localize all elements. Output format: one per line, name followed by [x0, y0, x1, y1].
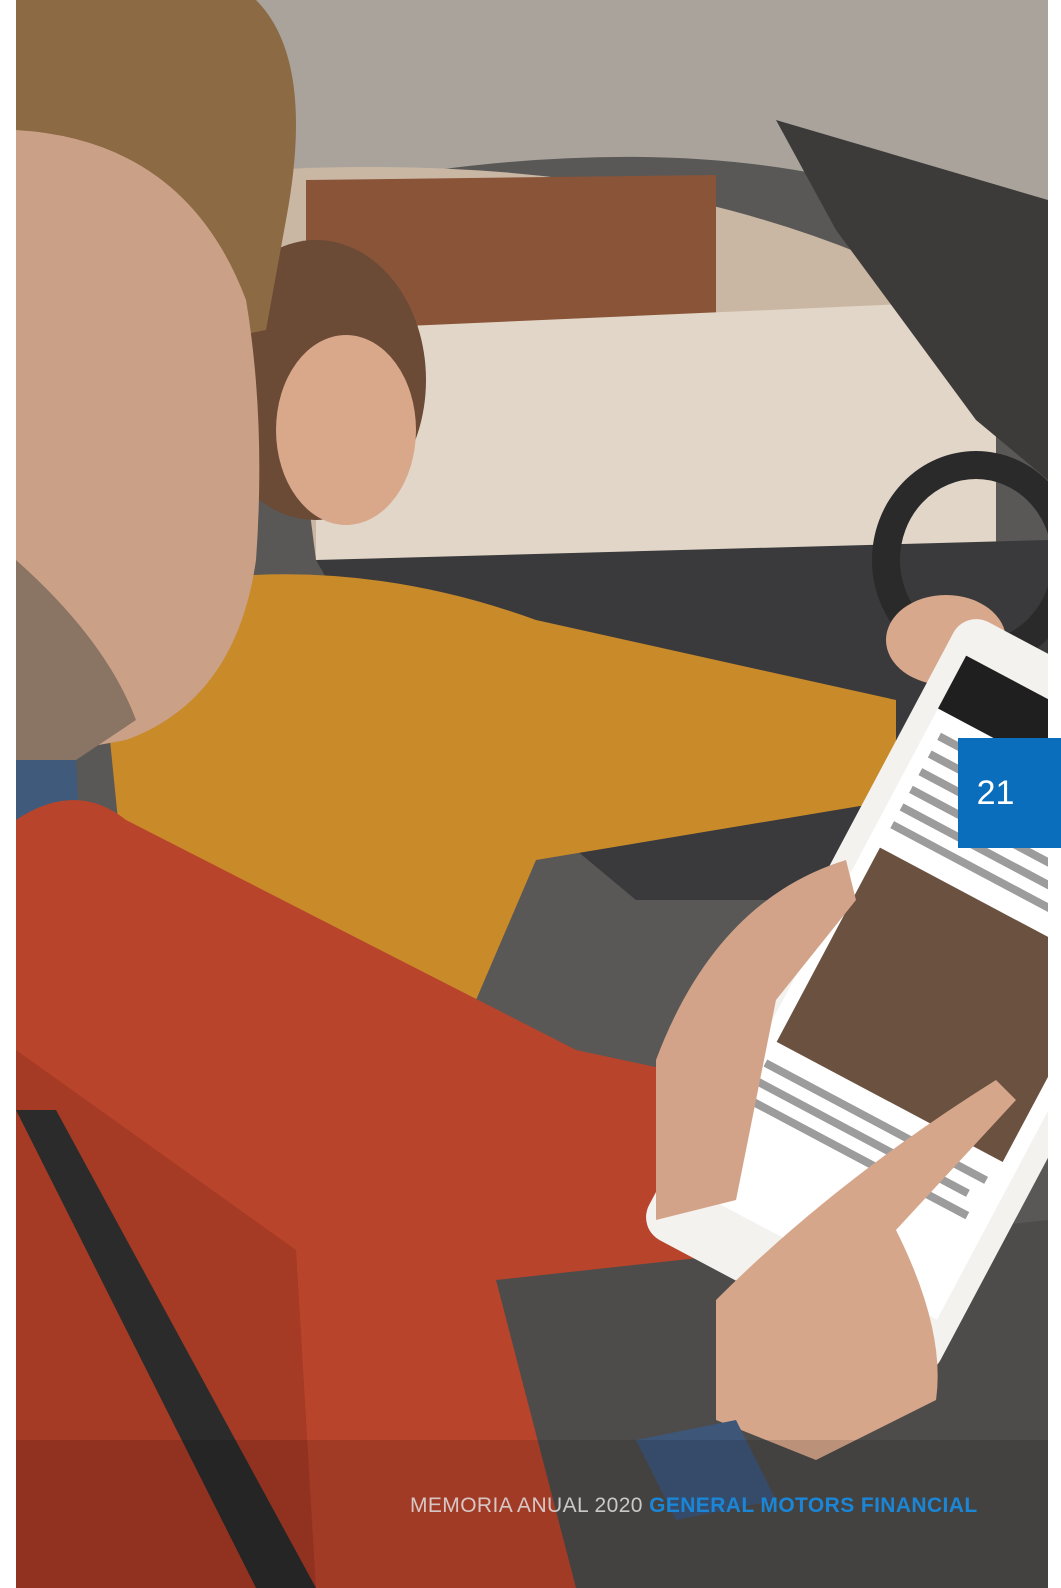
footer: MEMORIA ANUAL 2020 GENERAL MOTORS FINANC…: [410, 1494, 978, 1518]
page-number: 21: [976, 773, 1015, 812]
document-page: 21 MEMORIA ANUAL 2020 GENERAL MOTORS FIN…: [0, 0, 1061, 1588]
footer-brand-name: GENERAL MOTORS FINANCIAL: [649, 1494, 978, 1517]
footer-report-title: MEMORIA ANUAL 2020: [410, 1494, 650, 1517]
car-interior-photo: [16, 0, 1048, 1588]
page-number-tab: 21: [958, 738, 1061, 848]
